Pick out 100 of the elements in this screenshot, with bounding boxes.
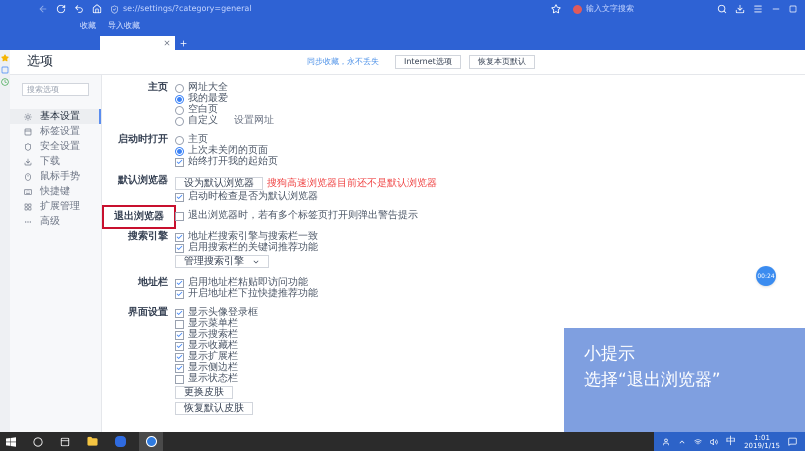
sync-link[interactable]: 同步收藏，永不丢失: [307, 56, 379, 68]
reload-icon[interactable]: [56, 4, 66, 14]
checkbox[interactable]: [175, 352, 184, 362]
sidebar-icon: [24, 112, 32, 120]
section-label: 地址栏: [138, 278, 168, 290]
option-label: 开启地址栏下拉快捷推荐功能: [188, 289, 318, 299]
download-icon[interactable]: [735, 4, 745, 14]
radio-button[interactable]: [175, 84, 184, 92]
home-icon[interactable]: [92, 4, 102, 14]
radio-button[interactable]: [175, 146, 184, 156]
tip-title: 小提示: [584, 344, 636, 364]
sidebar-item[interactable]: 高级: [10, 214, 101, 229]
setting-button[interactable]: 更换皮肤: [175, 386, 233, 399]
search-circle-icon[interactable]: [33, 436, 43, 446]
checkbox[interactable]: [175, 320, 184, 328]
option-label: 显示收藏栏: [188, 341, 238, 351]
app-icon[interactable]: [115, 436, 126, 447]
address-bar[interactable]: se://settings/?category=general: [110, 3, 510, 15]
bookmark-item[interactable]: 收藏: [80, 20, 96, 32]
radio-button[interactable]: [175, 94, 184, 104]
option-label: 空白页: [188, 105, 218, 115]
checkbox[interactable]: [175, 308, 184, 318]
sidebar-item[interactable]: 下载: [10, 154, 101, 169]
bookmark-item[interactable]: 导入收藏: [108, 20, 140, 32]
setting-button[interactable]: 恢复默认皮肤: [175, 402, 253, 415]
option-label: 主页: [188, 135, 208, 145]
url-text: se://settings/?category=general: [123, 3, 252, 15]
checkbox[interactable]: [175, 232, 184, 242]
section-label: 搜索引擎: [128, 232, 168, 244]
sidebar-item[interactable]: 鼠标手势: [10, 169, 101, 184]
header-button[interactable]: 恢复本页默认: [468, 55, 535, 69]
option-label: 启用地址栏粘贴即访问功能: [188, 278, 308, 288]
browser-app-icon[interactable]: [139, 432, 163, 451]
sidebar-item[interactable]: 标签设置: [10, 124, 101, 139]
option-label: 启动时检查是否为默认浏览器: [188, 192, 318, 202]
option-label: 退出浏览器时，若有多个标签页打开则弹出警告提示: [188, 211, 418, 221]
close-icon: [163, 39, 171, 47]
maximize-icon[interactable]: [789, 5, 797, 13]
option-label: 显示菜单栏: [188, 319, 238, 329]
notification-icon[interactable]: [788, 437, 797, 446]
sidebar-icon: [24, 158, 32, 166]
checkbox[interactable]: [175, 364, 184, 372]
checkbox[interactable]: [175, 374, 184, 384]
shield-icon: [110, 4, 119, 14]
checkbox[interactable]: [175, 290, 184, 298]
star-icon[interactable]: [1, 54, 9, 62]
undo-icon[interactable]: [74, 4, 84, 14]
sidebar-item[interactable]: 基本设置: [10, 109, 101, 124]
section-label: 主页: [148, 83, 168, 95]
option-label: 显示扩展栏: [188, 352, 238, 362]
option-label: 我的最爱: [188, 94, 228, 104]
checkbox[interactable]: [175, 330, 184, 340]
task-view-icon[interactable]: [60, 436, 70, 446]
ime-indicator[interactable]: 中: [726, 436, 736, 446]
checkbox[interactable]: [175, 244, 184, 252]
option-label: 显示侧边栏: [188, 363, 238, 373]
search-box[interactable]: 输入文字搜索: [569, 3, 709, 15]
option-label: 显示头像登录框: [188, 308, 258, 318]
clock-icon[interactable]: [1, 78, 9, 86]
checkbox[interactable]: [175, 158, 184, 166]
windows-logo-icon[interactable]: [6, 436, 16, 446]
set-url-link[interactable]: 设置网址: [234, 116, 274, 126]
wifi-icon[interactable]: [694, 438, 702, 446]
search-icon[interactable]: [717, 4, 727, 14]
section-label: 默认浏览器: [118, 176, 168, 188]
sidebar-icon: [24, 172, 32, 180]
sidebar-icon: [24, 202, 32, 210]
people-icon[interactable]: [662, 438, 670, 446]
checkbox[interactable]: [175, 342, 184, 350]
option-label: 启用搜索栏的关键词推荐功能: [188, 243, 318, 253]
checkbox[interactable]: [175, 212, 184, 220]
option-label: 上次未关闭的页面: [188, 146, 268, 156]
sidebar-icon: [24, 188, 32, 196]
section-label: 启动时打开: [118, 135, 168, 147]
sidebar-item[interactable]: 安全设置: [10, 139, 101, 154]
setting-button[interactable]: 设为默认浏览器: [175, 177, 263, 190]
sidebar-icon: [24, 128, 32, 136]
sidebar-item[interactable]: 扩展管理: [10, 199, 101, 214]
menu-icon[interactable]: [753, 4, 763, 14]
window-icon[interactable]: [1, 66, 9, 74]
folder-icon[interactable]: [87, 436, 98, 447]
new-tab-icon[interactable]: [179, 39, 188, 48]
option-label: 显示搜索栏: [188, 330, 238, 340]
sidebar-icon: [24, 142, 32, 150]
search-placeholder: 输入文字搜索: [586, 3, 634, 15]
section-label: 界面设置: [128, 308, 168, 320]
option-label: 自定义: [188, 116, 218, 126]
checkbox[interactable]: [175, 278, 184, 288]
page-title: 选项: [27, 53, 54, 72]
manage-dropdown[interactable]: 管理搜索引擎: [175, 255, 269, 268]
radio-button[interactable]: [175, 136, 184, 144]
radio-button[interactable]: [175, 116, 184, 126]
sidebar-item[interactable]: 快捷键: [10, 184, 101, 199]
volume-icon[interactable]: [710, 438, 718, 446]
option-label: 显示状态栏: [188, 374, 238, 384]
header-button[interactable]: Internet选项: [395, 55, 461, 69]
sidebar-search-field[interactable]: 搜索选项: [22, 83, 89, 96]
checkbox[interactable]: [175, 192, 184, 202]
radio-button[interactable]: [175, 106, 184, 114]
option-label: 始终打开我的起始页: [188, 157, 278, 167]
